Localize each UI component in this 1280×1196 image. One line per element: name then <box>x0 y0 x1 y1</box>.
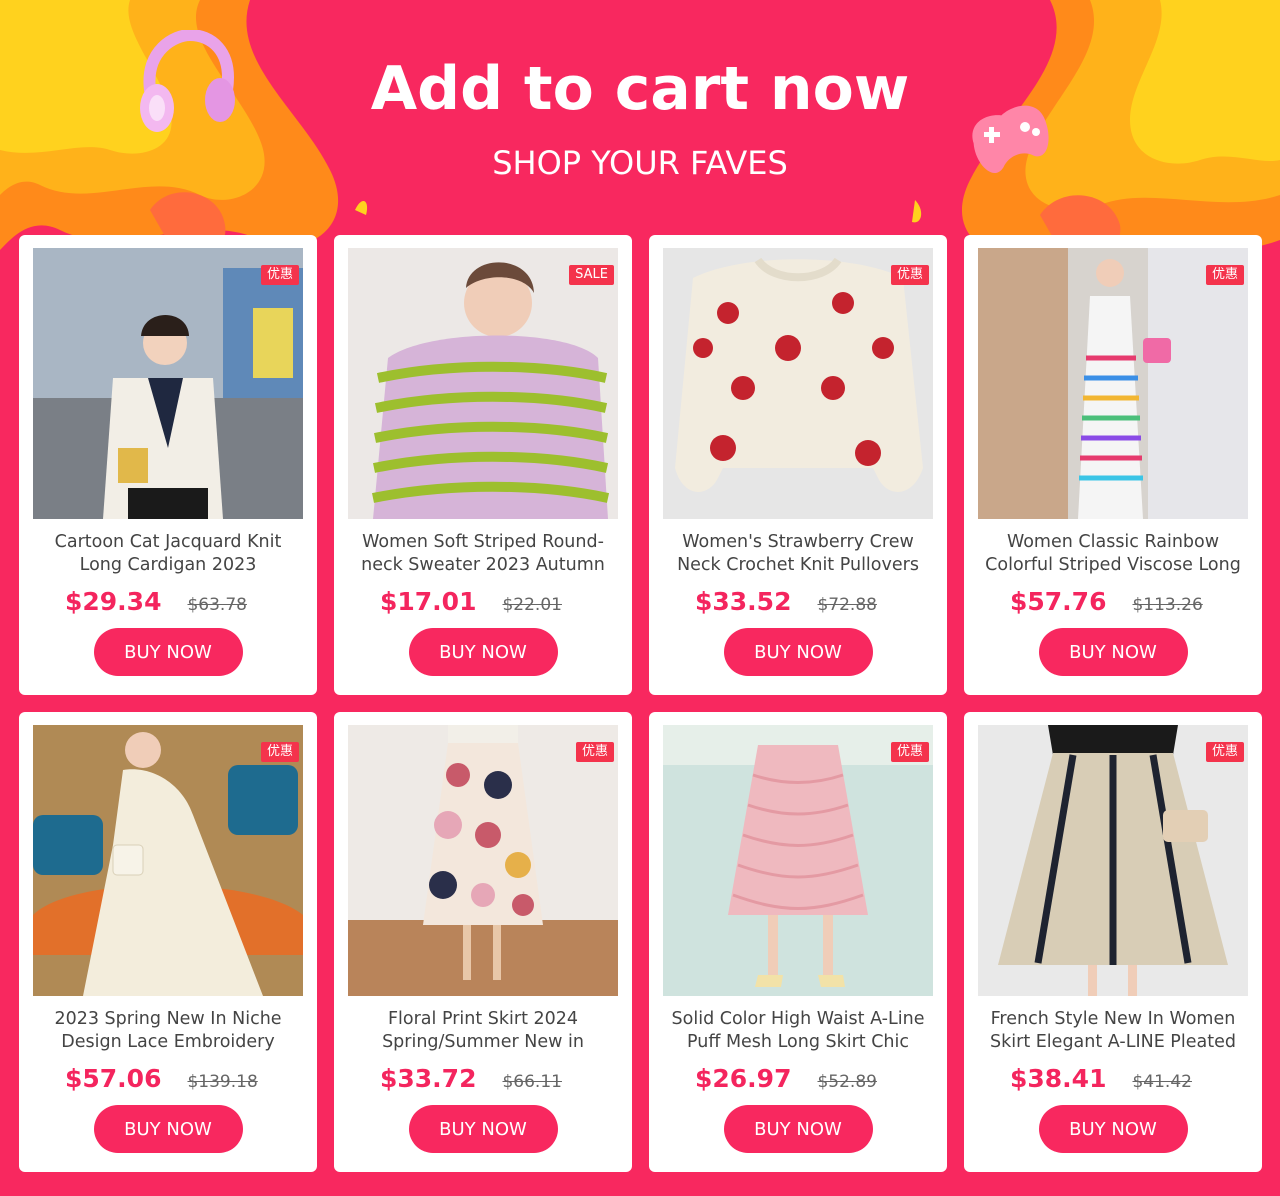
product-title[interactable]: Cartoon Cat Jacquard Knit Long Cardigan … <box>33 531 303 577</box>
original-price: $52.89 <box>817 1072 877 1092</box>
discount-badge: 优惠 <box>575 742 614 762</box>
original-price: $66.11 <box>502 1072 562 1092</box>
buy-now-button[interactable]: BUY NOW <box>93 628 243 676</box>
sale-price: $26.97 <box>695 1064 792 1093</box>
product-title[interactable]: Floral Print Skirt 2024 Spring/Summer Ne… <box>348 1008 618 1054</box>
product-card[interactable]: 优惠 Cartoon Cat Jacquard Knit Long Cardig… <box>19 235 317 695</box>
product-card[interactable]: 优惠 2023 Spring New In Niche Design Lace … <box>19 712 317 1172</box>
buy-now-button[interactable]: BUY NOW <box>408 1105 558 1153</box>
sale-badge: SALE <box>569 265 614 285</box>
product-card[interactable]: 优惠 Floral Print Skirt 2024 Spring/Summer… <box>334 712 632 1172</box>
discount-badge: 优惠 <box>1205 742 1244 762</box>
price-row: $57.06 $139.18 <box>33 1064 303 1093</box>
product-title[interactable]: Solid Color High Waist A-Line Puff Mesh … <box>663 1008 933 1054</box>
original-price: $113.26 <box>1132 595 1203 615</box>
product-image-cat-cardigan[interactable]: 优惠 <box>33 248 303 519</box>
buy-now-button[interactable]: BUY NOW <box>408 628 558 676</box>
original-price: $41.42 <box>1132 1072 1192 1092</box>
product-card[interactable]: 优惠 French Style New In Women Skirt Elega… <box>964 712 1262 1172</box>
price-row: $33.72 $66.11 <box>348 1064 618 1093</box>
sale-price: $57.06 <box>65 1064 162 1093</box>
buy-now-button[interactable]: BUY NOW <box>723 1105 873 1153</box>
product-title[interactable]: Women Soft Striped Round-neck Sweater 20… <box>348 531 618 577</box>
banner-headline: Add to cart now <box>370 54 910 124</box>
sale-price: $57.76 <box>1010 587 1107 616</box>
buy-now-button[interactable]: BUY NOW <box>93 1105 243 1153</box>
product-image-strawberry-sweater[interactable]: 优惠 <box>663 248 933 519</box>
sale-price: $29.34 <box>65 587 162 616</box>
price-row: $26.97 $52.89 <box>663 1064 933 1093</box>
product-card[interactable]: 优惠 Women Classic Rainbow Colorful Stripe… <box>964 235 1262 695</box>
original-price: $139.18 <box>187 1072 258 1092</box>
product-image-pleated-skirt[interactable]: 优惠 <box>978 725 1248 996</box>
product-title[interactable]: 2023 Spring New In Niche Design Lace Emb… <box>33 1008 303 1054</box>
product-grid: 优惠 Cartoon Cat Jacquard Knit Long Cardig… <box>19 235 1262 1172</box>
product-card[interactable]: 优惠 Women's Strawberry Crew Neck Crochet … <box>649 235 947 695</box>
product-image-lace-dress[interactable]: 优惠 <box>33 725 303 996</box>
price-row: $29.34 $63.78 <box>33 587 303 616</box>
sale-price: $38.41 <box>1010 1064 1107 1093</box>
buy-now-button[interactable]: BUY NOW <box>723 628 873 676</box>
discount-badge: 优惠 <box>1205 265 1244 285</box>
product-image-pink-tulle-skirt[interactable]: 优惠 <box>663 725 933 996</box>
original-price: $22.01 <box>502 595 562 615</box>
sale-price: $33.52 <box>695 587 792 616</box>
product-card[interactable]: 优惠 Solid Color High Waist A-Line Puff Me… <box>649 712 947 1172</box>
price-row: $33.52 $72.88 <box>663 587 933 616</box>
product-title[interactable]: Women Classic Rainbow Colorful Striped V… <box>978 531 1248 577</box>
discount-badge: 优惠 <box>890 265 929 285</box>
product-title[interactable]: Women's Strawberry Crew Neck Crochet Kni… <box>663 531 933 577</box>
original-price: $63.78 <box>187 595 247 615</box>
product-image-striped-sweater[interactable]: SALE <box>348 248 618 519</box>
price-row: $38.41 $41.42 <box>978 1064 1248 1093</box>
banner-subhead: SHOP YOUR FAVES <box>492 144 788 182</box>
discount-badge: 优惠 <box>890 742 929 762</box>
price-row: $57.76 $113.26 <box>978 587 1248 616</box>
buy-now-button[interactable]: BUY NOW <box>1038 628 1188 676</box>
sale-price: $33.72 <box>380 1064 477 1093</box>
price-row: $17.01 $22.01 <box>348 587 618 616</box>
product-card[interactable]: SALE Women Soft Striped Round-neck Sweat… <box>334 235 632 695</box>
buy-now-button[interactable]: BUY NOW <box>1038 1105 1188 1153</box>
product-image-floral-skirt[interactable]: 优惠 <box>348 725 618 996</box>
discount-badge: 优惠 <box>260 265 299 285</box>
product-title[interactable]: French Style New In Women Skirt Elegant … <box>978 1008 1248 1054</box>
original-price: $72.88 <box>817 595 877 615</box>
product-image-rainbow-dress[interactable]: 优惠 <box>978 248 1248 519</box>
sale-price: $17.01 <box>380 587 477 616</box>
discount-badge: 优惠 <box>260 742 299 762</box>
